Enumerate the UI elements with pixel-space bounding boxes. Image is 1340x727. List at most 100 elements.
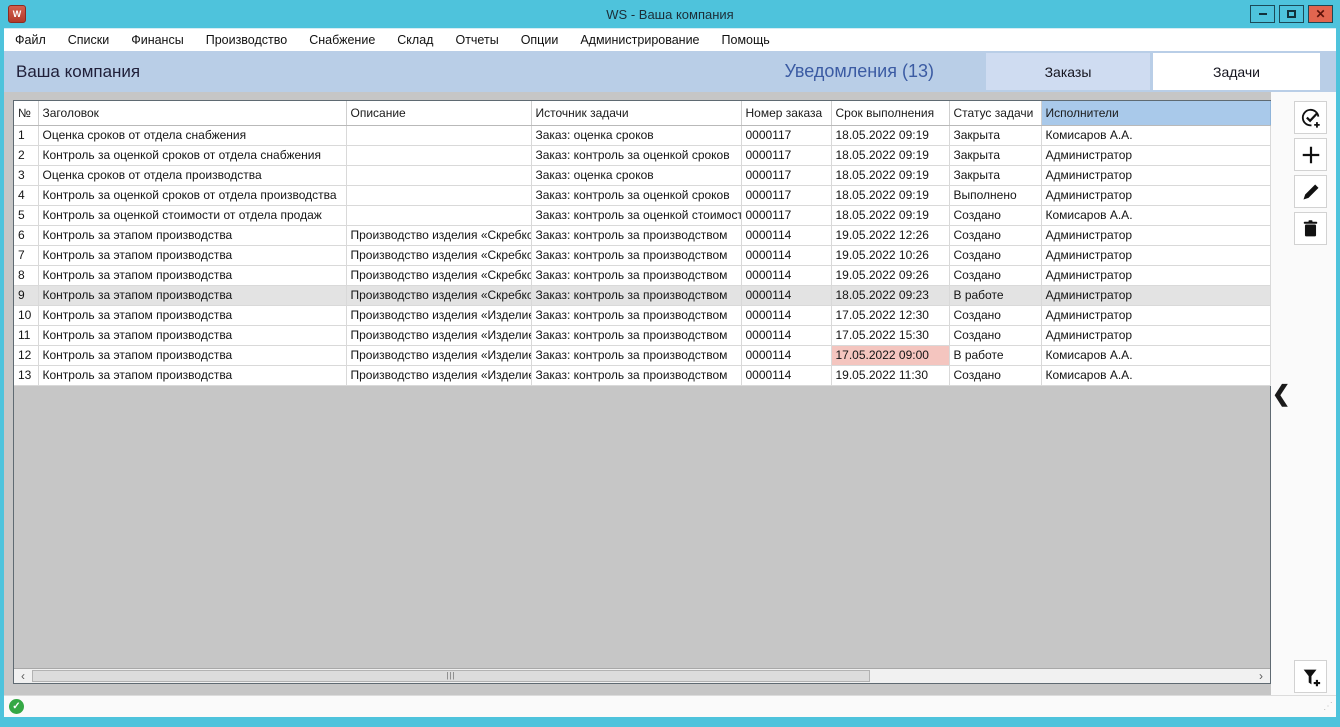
menu-item[interactable]: Помощь bbox=[711, 29, 781, 51]
menu-item[interactable]: Отчеты bbox=[444, 29, 509, 51]
table-cell: Производство изделия «Изделие bbox=[346, 345, 531, 365]
column-header[interactable]: № bbox=[14, 101, 38, 125]
mark-done-button[interactable] bbox=[1294, 101, 1327, 134]
table-cell: 6 bbox=[14, 225, 38, 245]
filter-button[interactable] bbox=[1294, 660, 1327, 693]
table-cell: 2 bbox=[14, 145, 38, 165]
table-cell: Заказ: контроль за производством bbox=[531, 305, 741, 325]
collapse-panel-chevron-icon[interactable]: ❮ bbox=[1272, 383, 1290, 405]
title-bar: W WS - Ваша компания ✕ bbox=[0, 0, 1340, 28]
table-row[interactable]: 7Контроль за этапом производстваПроизвод… bbox=[14, 245, 1270, 265]
table-cell: Создано bbox=[949, 305, 1041, 325]
menu-item[interactable]: Производство bbox=[195, 29, 299, 51]
table-cell: Заказ: контроль за производством bbox=[531, 285, 741, 305]
table-row[interactable]: 4Контроль за оценкой сроков от отдела пр… bbox=[14, 185, 1270, 205]
menu-item[interactable]: Опции bbox=[510, 29, 570, 51]
table-cell: 0000117 bbox=[741, 145, 831, 165]
trash-icon bbox=[1301, 219, 1320, 238]
table-cell: Администратор bbox=[1041, 245, 1270, 265]
maximize-button[interactable] bbox=[1279, 5, 1304, 23]
table-cell: Заказ: контроль за производством bbox=[531, 245, 741, 265]
column-header[interactable]: Источник задачи bbox=[531, 101, 741, 125]
close-button[interactable]: ✕ bbox=[1308, 5, 1333, 23]
table-cell: Администратор bbox=[1041, 165, 1270, 185]
column-header[interactable]: Статус задачи bbox=[949, 101, 1041, 125]
table-cell: Заказ: контроль за оценкой стоимости bbox=[531, 205, 741, 225]
minimize-icon bbox=[1259, 13, 1267, 15]
menu-item[interactable]: Снабжение bbox=[298, 29, 386, 51]
table-cell: Заказ: контроль за производством bbox=[531, 365, 741, 385]
table-cell: 13 bbox=[14, 365, 38, 385]
maximize-icon bbox=[1287, 10, 1296, 18]
delete-button[interactable] bbox=[1294, 212, 1327, 245]
table-cell: 19.05.2022 10:26 bbox=[831, 245, 949, 265]
table-cell: Создано bbox=[949, 245, 1041, 265]
table-cell: Создано bbox=[949, 205, 1041, 225]
table-cell: Контроль за этапом производства bbox=[38, 245, 346, 265]
menu-item[interactable]: Списки bbox=[57, 29, 120, 51]
tab-orders[interactable]: Заказы bbox=[986, 53, 1150, 90]
table-cell: Администратор bbox=[1041, 305, 1270, 325]
horizontal-scrollbar[interactable]: ‹ ||| › bbox=[14, 668, 1270, 683]
header-tabs: Уведомления (13) Заказы Задачи bbox=[784, 51, 1336, 92]
menu-item[interactable]: Администрирование bbox=[569, 29, 710, 51]
table-cell: Закрыта bbox=[949, 145, 1041, 165]
table-cell: Создано bbox=[949, 225, 1041, 245]
edit-button[interactable] bbox=[1294, 175, 1327, 208]
table-cell: Выполнено bbox=[949, 185, 1041, 205]
table-row[interactable]: 5Контроль за оценкой стоимости от отдела… bbox=[14, 205, 1270, 225]
menu-item[interactable]: Финансы bbox=[120, 29, 194, 51]
close-icon: ✕ bbox=[1315, 7, 1325, 21]
filter-plus-icon bbox=[1300, 666, 1322, 688]
table-cell: Создано bbox=[949, 365, 1041, 385]
table-cell: Администратор bbox=[1041, 225, 1270, 245]
table-row[interactable]: 9Контроль за этапом производстваПроизвод… bbox=[14, 285, 1270, 305]
table-cell: Контроль за этапом производства bbox=[38, 365, 346, 385]
tab-notifications[interactable]: Уведомления (13) bbox=[784, 61, 934, 82]
table-row[interactable]: 2Контроль за оценкой сроков от отдела сн… bbox=[14, 145, 1270, 165]
table-row[interactable]: 11Контроль за этапом производстваПроизво… bbox=[14, 325, 1270, 345]
tab-tasks[interactable]: Задачи bbox=[1153, 53, 1320, 90]
column-header[interactable]: Срок выполнения bbox=[831, 101, 949, 125]
table-row[interactable]: 1Оценка сроков от отдела снабженияЗаказ:… bbox=[14, 125, 1270, 145]
menu-bar: ФайлСпискиФинансыПроизводствоСнабжениеСк… bbox=[4, 28, 1336, 51]
table-row[interactable]: 10Контроль за этапом производстваПроизво… bbox=[14, 305, 1270, 325]
scroll-left-icon[interactable]: ‹ bbox=[14, 669, 32, 683]
table-cell: Комисаров А.А. bbox=[1041, 125, 1270, 145]
table-cell bbox=[346, 165, 531, 185]
scrollbar-thumb[interactable]: ||| bbox=[32, 670, 870, 682]
table-row[interactable]: 6Контроль за этапом производстваПроизвод… bbox=[14, 225, 1270, 245]
table-cell: 0000114 bbox=[741, 345, 831, 365]
column-header[interactable]: Описание bbox=[346, 101, 531, 125]
table-cell: 10 bbox=[14, 305, 38, 325]
table-row[interactable]: 8Контроль за этапом производстваПроизвод… bbox=[14, 265, 1270, 285]
minimize-button[interactable] bbox=[1250, 5, 1275, 23]
table-cell: 0000114 bbox=[741, 245, 831, 265]
table-cell: Контроль за этапом производства bbox=[38, 265, 346, 285]
table-cell: 19.05.2022 12:26 bbox=[831, 225, 949, 245]
table-cell: Контроль за оценкой сроков от отдела сна… bbox=[38, 145, 346, 165]
table-row[interactable]: 3Оценка сроков от отдела производстваЗак… bbox=[14, 165, 1270, 185]
table-cell: Комисаров А.А. bbox=[1041, 345, 1270, 365]
window-title: WS - Ваша компания bbox=[0, 7, 1340, 22]
table-row[interactable]: 13Контроль за этапом производстваПроизво… bbox=[14, 365, 1270, 385]
menu-item[interactable]: Файл bbox=[4, 29, 57, 51]
table-cell: Создано bbox=[949, 265, 1041, 285]
table-cell: 17.05.2022 09:00 bbox=[831, 345, 949, 365]
plus-icon bbox=[1300, 144, 1322, 166]
add-button[interactable] bbox=[1294, 138, 1327, 171]
table-cell: Производство изделия «Скребков bbox=[346, 265, 531, 285]
column-header[interactable]: Исполнители bbox=[1041, 101, 1270, 125]
table-row[interactable]: 12Контроль за этапом производстваПроизво… bbox=[14, 345, 1270, 365]
column-header[interactable]: Заголовок bbox=[38, 101, 346, 125]
grid-empty-area bbox=[14, 386, 1270, 669]
table-cell: 0000117 bbox=[741, 205, 831, 225]
table-cell: 3 bbox=[14, 165, 38, 185]
table-cell: Оценка сроков от отдела снабжения bbox=[38, 125, 346, 145]
table-cell: Закрыта bbox=[949, 165, 1041, 185]
column-header[interactable]: Номер заказа bbox=[741, 101, 831, 125]
table-cell: 17.05.2022 12:30 bbox=[831, 305, 949, 325]
table-cell: Контроль за этапом производства bbox=[38, 305, 346, 325]
menu-item[interactable]: Склад bbox=[386, 29, 444, 51]
scroll-right-icon[interactable]: › bbox=[1252, 669, 1270, 683]
